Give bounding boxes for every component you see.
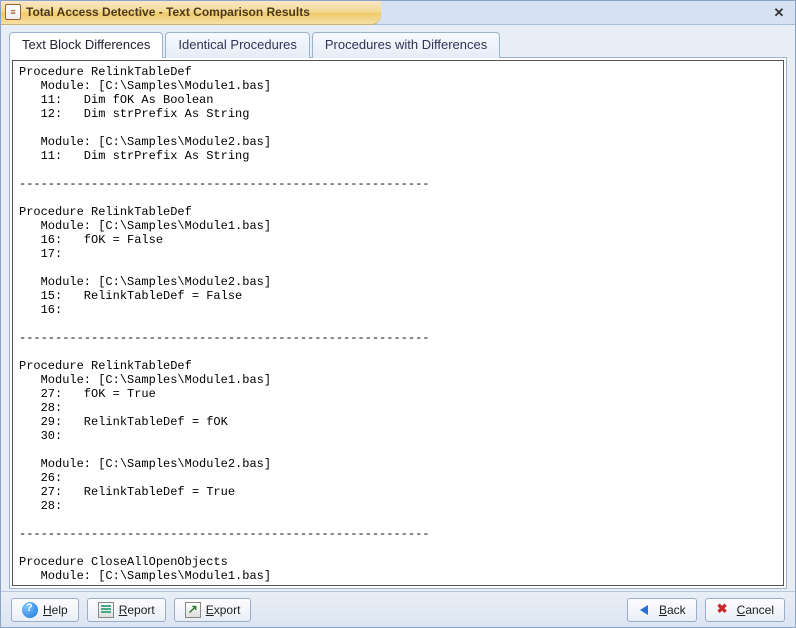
back-arrow-icon [638, 602, 654, 618]
export-label: Export [206, 603, 241, 617]
comparison-text-output[interactable]: Procedure RelinkTableDef Module: [C:\Sam… [12, 60, 784, 586]
back-label: Back [659, 603, 686, 617]
content-panel: Procedure RelinkTableDef Module: [C:\Sam… [9, 57, 787, 589]
app-icon: ≡ [5, 4, 21, 20]
cancel-label: Cancel [737, 603, 774, 617]
report-button[interactable]: Report [87, 598, 166, 622]
help-button[interactable]: Help [11, 598, 79, 622]
export-icon [185, 602, 201, 618]
titlebar-tab: ≡ Total Access Detective - Text Comparis… [1, 1, 381, 25]
report-label: Report [119, 603, 155, 617]
tab-text-block-differences[interactable]: Text Block Differences [9, 32, 163, 58]
cancel-icon [716, 602, 732, 618]
main-area: Text Block Differences Identical Procedu… [1, 25, 795, 591]
export-button[interactable]: Export [174, 598, 252, 622]
close-button[interactable]: ✕ [769, 5, 789, 21]
footer-toolbar: Help Report Export Back Cancel [1, 591, 795, 627]
window-title: Total Access Detective - Text Comparison… [26, 5, 310, 19]
cancel-button[interactable]: Cancel [705, 598, 785, 622]
report-icon [98, 602, 114, 618]
help-icon [22, 602, 38, 618]
tab-strip: Text Block Differences Identical Procedu… [9, 31, 787, 57]
help-label: Help [43, 603, 68, 617]
titlebar: ≡ Total Access Detective - Text Comparis… [1, 1, 795, 25]
tab-procedures-with-differences[interactable]: Procedures with Differences [312, 32, 500, 58]
back-button[interactable]: Back [627, 598, 697, 622]
tab-identical-procedures[interactable]: Identical Procedures [165, 32, 310, 58]
